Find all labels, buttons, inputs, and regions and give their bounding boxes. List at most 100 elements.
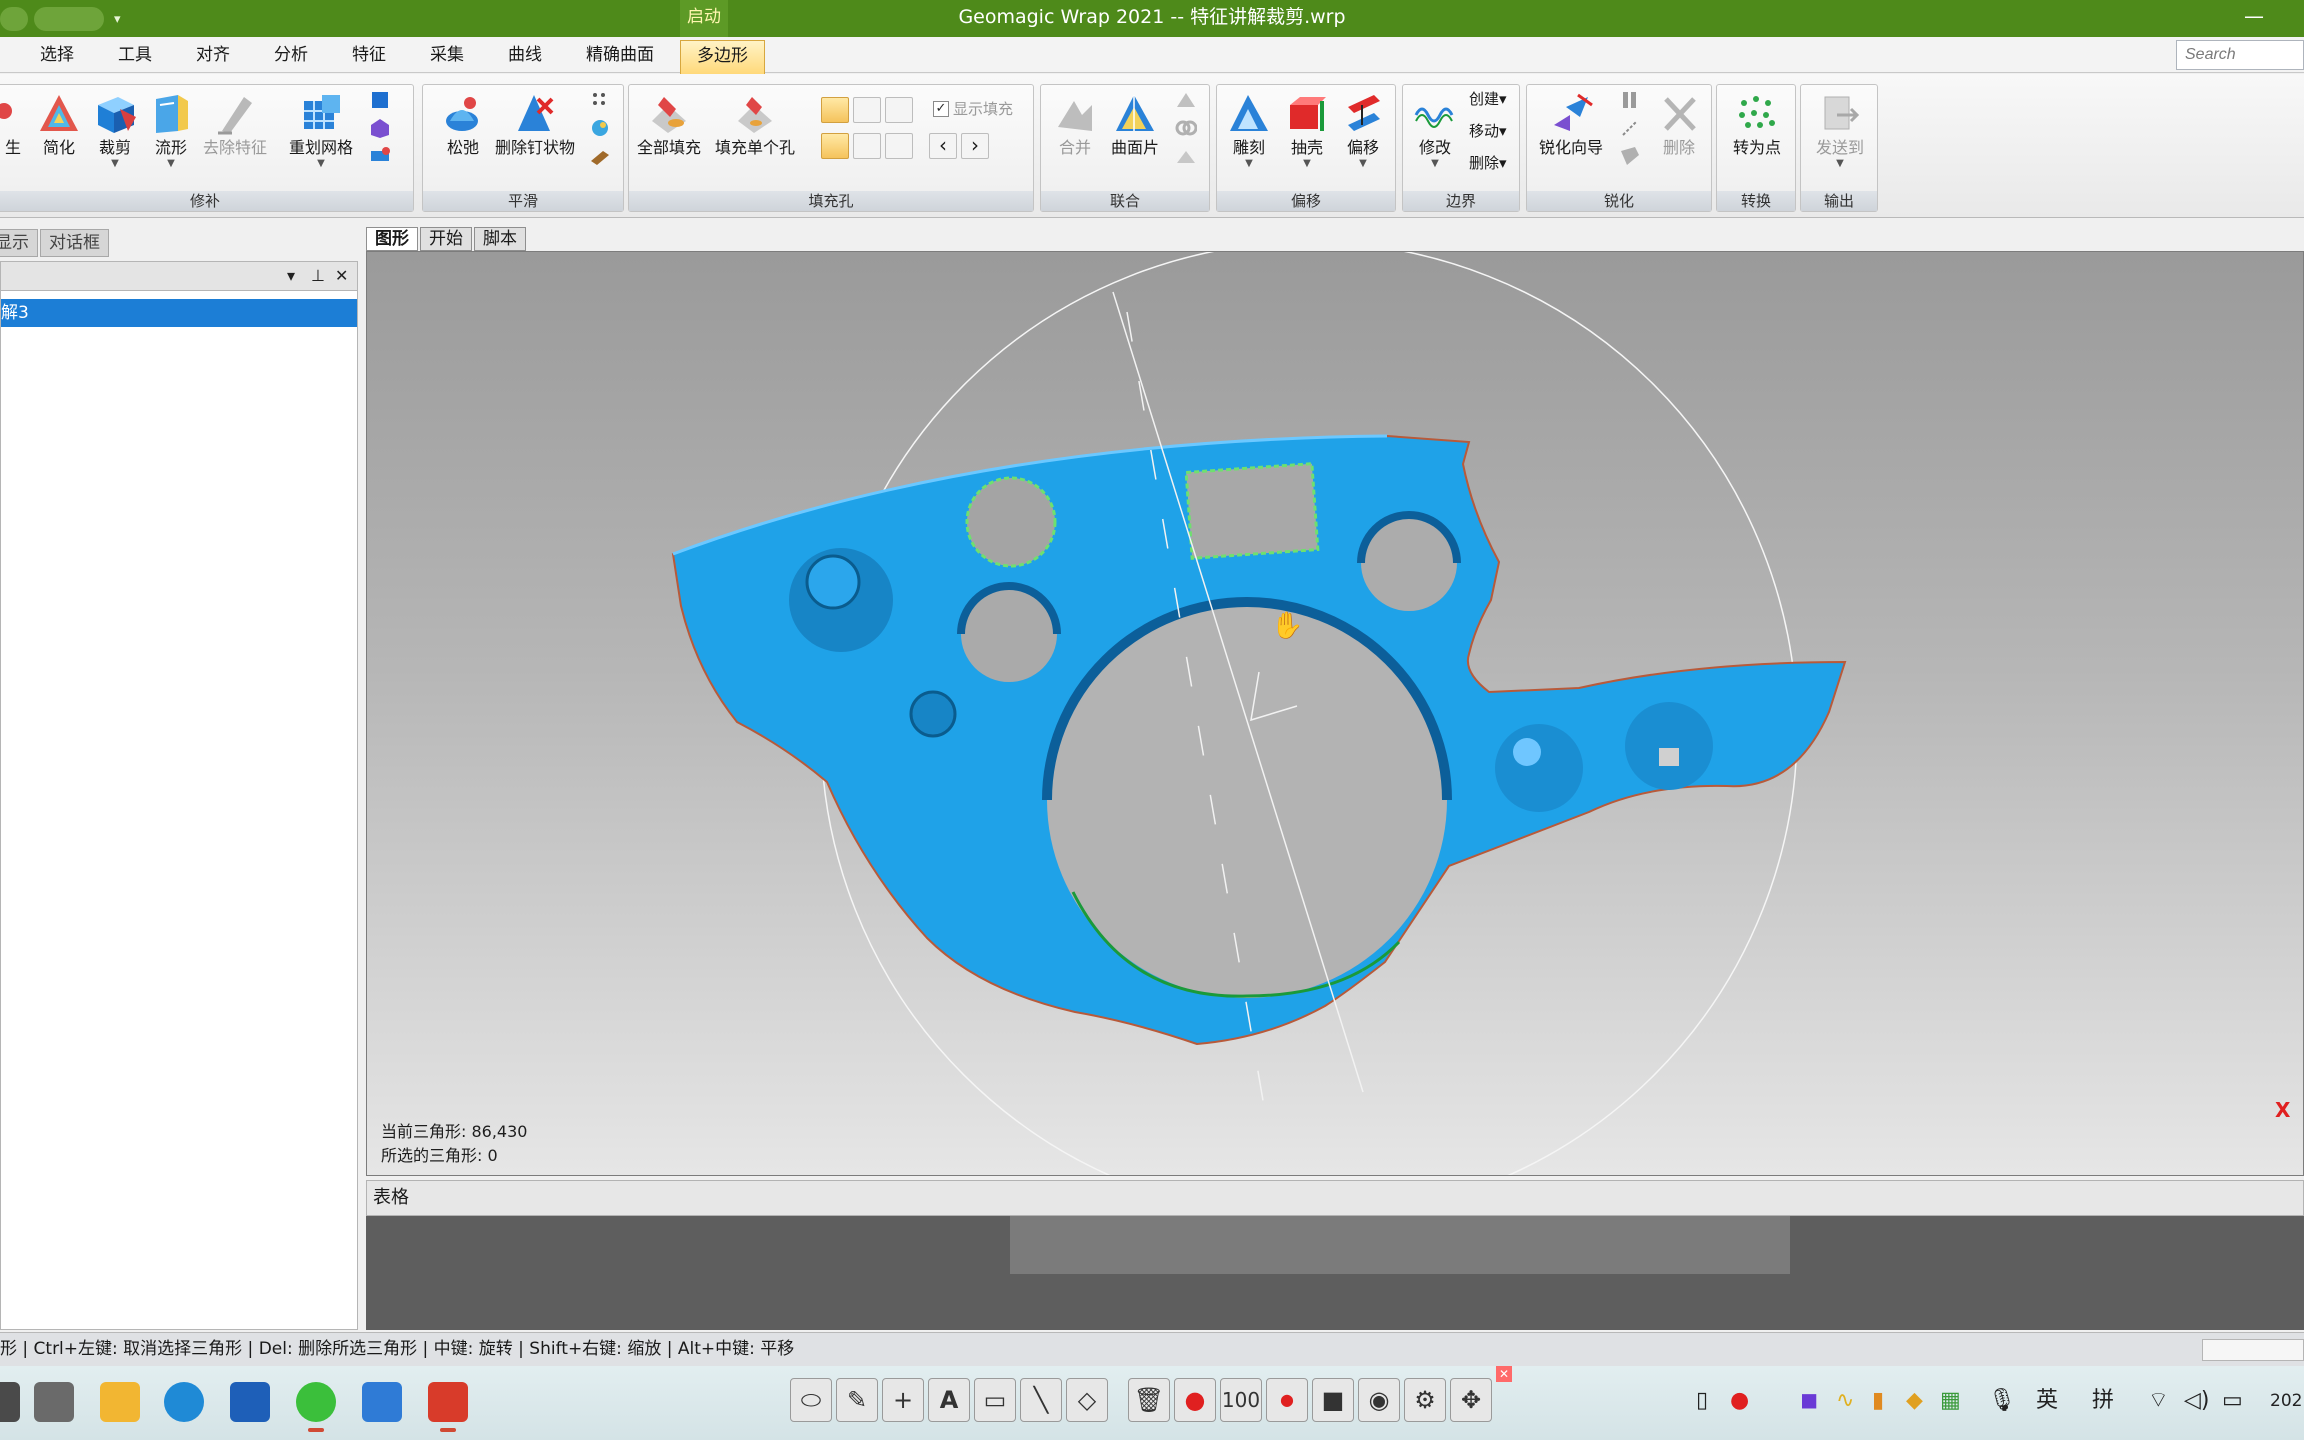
tab-display[interactable]: 显示 (0, 229, 38, 257)
pin-icon[interactable]: ⊥ (311, 264, 325, 288)
send-to-button[interactable]: 发送到 ▼ (1810, 91, 1870, 169)
notepad-icon[interactable] (362, 1382, 402, 1422)
recorder-trash-button[interactable]: 🗑 (1128, 1378, 1170, 1422)
patch-button[interactable]: 曲面片 (1105, 91, 1165, 159)
sharpen-delete-button[interactable]: 删除 (1649, 91, 1709, 159)
tray-app-icon-1[interactable]: ◼ (1800, 1386, 1818, 1416)
repair-small-icon-1[interactable] (369, 89, 391, 111)
store-icon[interactable] (230, 1382, 270, 1422)
fill-mode-tangent-button[interactable] (853, 97, 881, 123)
task-view-icon[interactable] (34, 1382, 74, 1422)
graphics-viewport[interactable]: ✋ X 当前三角形: 86,430 所选的三角形: 0 (366, 251, 2304, 1176)
chevron-down-icon[interactable]: ▼ (85, 159, 145, 169)
union-small-icon-3[interactable] (1175, 145, 1197, 167)
recorder-eye-button[interactable]: ◉ (1358, 1378, 1400, 1422)
wechat-icon[interactable] (296, 1382, 336, 1432)
tray-app-icon-3[interactable]: ▮ (1872, 1386, 1884, 1416)
recorder-mouse-button[interactable]: ⬭ (790, 1378, 832, 1422)
close-icon[interactable]: ✕ (335, 264, 348, 288)
start-icon[interactable] (0, 1382, 20, 1422)
recorder-eraser-button[interactable]: ◇ (1066, 1378, 1108, 1422)
recorder-stop-button[interactable]: ■ (1312, 1378, 1354, 1422)
recorder-text-button[interactable]: A (928, 1378, 970, 1422)
recorder-move-button[interactable]: ✥ (1450, 1378, 1492, 1422)
convert-to-points-button[interactable]: 转为点 (1727, 91, 1787, 159)
file-explorer-icon[interactable] (100, 1382, 140, 1422)
clock[interactable]: 202 (2270, 1386, 2302, 1416)
recorder-close-icon[interactable]: ✕ (1496, 1366, 1512, 1382)
fill-type-bridge-button[interactable] (885, 133, 913, 159)
recorder-crosshair-button[interactable]: + (882, 1378, 924, 1422)
tab-polygons[interactable]: 多边形 (680, 40, 765, 74)
relax-button[interactable]: 松弛 (433, 91, 493, 159)
microphone-icon[interactable]: 🎙 (1988, 1386, 2016, 1416)
modify-boundary-button[interactable]: 修改 ▼ (1405, 91, 1465, 169)
smooth-small-icon-3[interactable] (589, 145, 611, 167)
volume-icon[interactable]: ◁) (2184, 1386, 2210, 1416)
delete-boundary-button[interactable]: 删除▾ (1469, 153, 1507, 173)
remove-spikes-button[interactable]: 删除钉状物 (495, 91, 575, 159)
fill-mode-flat-button[interactable] (885, 97, 913, 123)
tab-features[interactable]: 特征 (352, 43, 386, 67)
tab-select[interactable]: 选择 (40, 43, 74, 67)
model-tree-item-selected[interactable]: 解3 (1, 299, 357, 327)
chevron-down-icon[interactable]: ▼ (1277, 159, 1337, 169)
recorder-pen-button[interactable]: ✎ (836, 1378, 878, 1422)
input-method-pinyin[interactable]: 拼 (2092, 1386, 2114, 1416)
previous-hole-button[interactable]: ‹ (929, 133, 957, 159)
sharpen-small-icon-1[interactable] (1619, 89, 1641, 111)
input-language-en[interactable]: 英 (2036, 1386, 2058, 1416)
wps-office-icon[interactable] (428, 1382, 468, 1432)
chevron-down-icon[interactable]: ▼ (1219, 159, 1279, 169)
recorder-line-button[interactable]: ╲ (1020, 1378, 1062, 1422)
tab-analysis[interactable]: 分析 (274, 43, 308, 67)
battery-icon[interactable]: ▭ (2222, 1386, 2243, 1416)
chevron-down-icon[interactable]: ▼ (1810, 159, 1870, 169)
tab-align[interactable]: 对齐 (196, 43, 230, 67)
tab-tools[interactable]: 工具 (118, 43, 152, 67)
tray-app-icon-4[interactable]: ◆ (1906, 1386, 1923, 1416)
fill-type-border-button[interactable] (853, 133, 881, 159)
fill-type-complete-button[interactable] (821, 133, 849, 159)
chevron-down-icon[interactable]: ▾ (287, 264, 295, 288)
smooth-small-icon-1[interactable] (589, 89, 611, 111)
recorder-settings-button[interactable]: ⚙ (1404, 1378, 1446, 1422)
tab-start[interactable]: 开始 (420, 227, 472, 251)
recorder-dot-button[interactable]: ● (1266, 1378, 1308, 1422)
chevron-down-icon[interactable]: ▼ (1333, 159, 1393, 169)
show-fill-checkbox[interactable]: ✓ (933, 101, 949, 117)
3d-scene[interactable]: ✋ (367, 252, 2304, 1176)
union-small-icon-2[interactable] (1175, 117, 1197, 139)
chevron-down-icon[interactable]: ▼ (1405, 159, 1465, 169)
chevron-down-icon[interactable]: ▼ (141, 159, 201, 169)
recorder-image-button[interactable]: ▭ (974, 1378, 1016, 1422)
chevron-down-icon[interactable]: ▼ (291, 159, 351, 169)
record-indicator-icon[interactable]: ● (1730, 1386, 1749, 1416)
sharpen-small-icon-2[interactable] (1619, 117, 1641, 139)
tab-graphics[interactable]: 图形 (366, 227, 418, 251)
tab-capture[interactable]: 采集 (430, 43, 464, 67)
fill-single-button[interactable]: 填充单个孔 (715, 91, 795, 159)
edge-browser-icon[interactable] (164, 1382, 204, 1422)
smooth-small-icon-2[interactable] (589, 117, 611, 139)
remesh-button[interactable]: 重划网格 ▼ (289, 91, 353, 169)
fill-all-button[interactable]: 全部填充 (637, 91, 701, 159)
next-hole-button[interactable]: › (961, 133, 989, 159)
sharpen-wizard-button[interactable]: 锐化向导 (1539, 91, 1603, 159)
tab-exact-surfacing[interactable]: 精确曲面 (586, 43, 654, 67)
remove-feature-button[interactable]: 去除特征 (203, 91, 267, 159)
move-boundary-button[interactable]: 移动▾ (1469, 121, 1507, 141)
recorder-record-button[interactable]: ● (1174, 1378, 1216, 1422)
wifi-icon[interactable]: ⌔ (2148, 1386, 2169, 1416)
search-input[interactable]: Search (2176, 40, 2304, 70)
tray-app-icon-2[interactable]: ∿ (1836, 1386, 1854, 1416)
tray-app-icon-5[interactable]: ▦ (1940, 1386, 1961, 1416)
union-small-icon-1[interactable] (1175, 89, 1197, 111)
tab-script[interactable]: 脚本 (474, 227, 526, 251)
repair-small-icon-2[interactable] (369, 117, 391, 139)
offset-button[interactable]: 偏移 ▼ (1333, 91, 1393, 169)
tab-curves[interactable]: 曲线 (508, 43, 542, 67)
repair-small-icon-3[interactable] (369, 145, 391, 167)
create-boundary-button[interactable]: 创建▾ (1469, 89, 1507, 109)
fill-mode-curvature-button[interactable] (821, 97, 849, 123)
